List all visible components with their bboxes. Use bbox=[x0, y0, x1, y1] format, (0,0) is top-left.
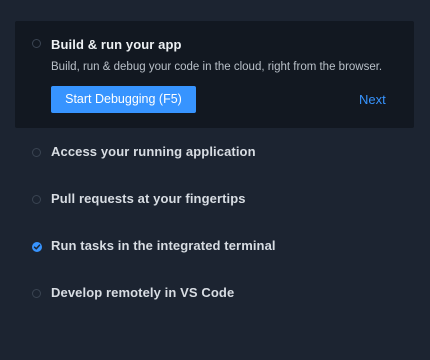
step-description: Build, run & debug your code in the clou… bbox=[51, 61, 383, 73]
walkthrough-steps: Build & run your app Build, run & debug … bbox=[15, 21, 414, 316]
step-develop-remotely[interactable]: Develop remotely in VS Code bbox=[15, 269, 414, 316]
step-title: Develop remotely in VS Code bbox=[51, 285, 235, 300]
step-title: Pull requests at your fingertips bbox=[51, 191, 246, 206]
circle-outline-icon bbox=[32, 289, 41, 298]
start-debugging-button[interactable]: Start Debugging (F5) bbox=[51, 86, 196, 113]
circle-outline-icon bbox=[32, 39, 41, 48]
step-title: Build & run your app bbox=[51, 37, 182, 52]
step-title: Access your running application bbox=[51, 144, 256, 159]
step-build-run-app[interactable]: Build & run your app Build, run & debug … bbox=[15, 21, 414, 128]
circle-outline-icon bbox=[32, 148, 41, 157]
step-title: Run tasks in the integrated terminal bbox=[51, 238, 276, 253]
step-run-tasks[interactable]: Run tasks in the integrated terminal bbox=[15, 222, 414, 269]
check-circle-icon bbox=[32, 242, 42, 252]
step-access-running-app[interactable]: Access your running application bbox=[15, 128, 414, 175]
next-link[interactable]: Next bbox=[359, 92, 386, 107]
step-pull-requests[interactable]: Pull requests at your fingertips bbox=[15, 175, 414, 222]
circle-outline-icon bbox=[32, 195, 41, 204]
